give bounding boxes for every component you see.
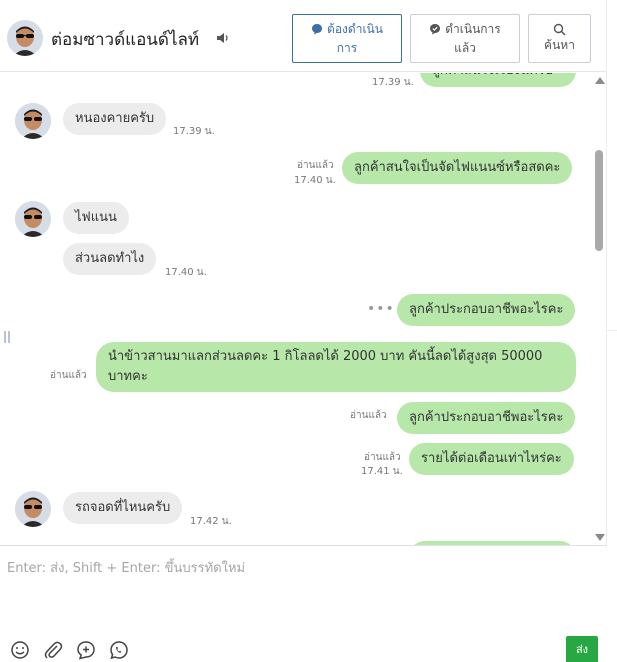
message-incoming[interactable]: รถจอดที่ไหนครับ bbox=[63, 492, 183, 524]
panel-divider-tick bbox=[607, 330, 617, 331]
whatsapp-icon[interactable] bbox=[108, 639, 130, 661]
pending-label-2: การ bbox=[336, 40, 358, 55]
message-time: 17.39 น. bbox=[173, 126, 215, 137]
message-incoming[interactable]: หนองคายครับ bbox=[63, 103, 167, 135]
check-circle-icon bbox=[430, 24, 441, 35]
message-outgoing[interactable]: รายได้ต่อเดือนเท่าไหร่คะ bbox=[409, 443, 574, 475]
sender-avatar bbox=[15, 491, 51, 527]
scroll-thumb[interactable] bbox=[595, 150, 603, 251]
message-incoming[interactable]: ส่วนลดทำไง bbox=[63, 243, 157, 275]
speaker-icon[interactable] bbox=[215, 30, 231, 46]
search-icon bbox=[553, 23, 566, 36]
emoji-icon[interactable] bbox=[9, 639, 31, 661]
sender-avatar bbox=[15, 201, 51, 237]
read-receipt: อ่านแล้ว bbox=[50, 370, 87, 381]
message-outgoing[interactable]: ลูกค้าสนใจเรื่องนี้ครับ bbox=[420, 73, 576, 87]
message-composer: ส่ง bbox=[0, 545, 607, 662]
message-time: 17.40 น. bbox=[294, 175, 336, 186]
done-label-2: แล้ว bbox=[454, 40, 476, 55]
add-comment-icon[interactable] bbox=[75, 639, 97, 661]
chat-header: ต่อมซาวด์แอนด์ไลท์ ต้องดำเนิน การ ดำเนิน… bbox=[0, 0, 607, 72]
done-label-1: ดำเนินการ bbox=[445, 21, 501, 36]
scroll-down-icon[interactable] bbox=[595, 534, 605, 541]
message-outgoing[interactable]: ลูกค้าประกอบอาชีพอะไรคะ bbox=[397, 402, 576, 434]
done-tab-button[interactable]: ดำเนินการ แล้ว bbox=[410, 14, 520, 63]
read-receipt: อ่านแล้ว bbox=[364, 452, 401, 463]
message-outgoing[interactable]: นำข้าวสานมาแลกส่วนลดคะ 1 กิโลลดได้ 2000 … bbox=[96, 342, 576, 392]
attachment-icon[interactable] bbox=[42, 639, 64, 661]
message-time: 17.42 น. bbox=[190, 516, 232, 527]
pending-tab-button[interactable]: ต้องดำเนิน การ bbox=[292, 14, 402, 63]
message-time: 17.41 น. bbox=[361, 466, 403, 477]
message-input[interactable] bbox=[7, 556, 597, 580]
message-options-icon[interactable]: ••• bbox=[367, 301, 395, 317]
sender-avatar bbox=[15, 103, 51, 139]
contact-avatar[interactable] bbox=[7, 20, 43, 56]
chat-bubble-icon bbox=[312, 24, 323, 35]
send-button[interactable]: ส่ง bbox=[566, 636, 598, 662]
contact-name: ต่อมซาวด์แอนด์ไลท์ bbox=[51, 30, 200, 50]
message-outgoing[interactable]: ลูกค้าสนใจเป็นจัดไฟแนนซ์หรือสดคะ bbox=[342, 152, 573, 184]
search-button[interactable]: ค้นหา bbox=[528, 14, 591, 63]
read-receipt: อ่านแล้ว bbox=[350, 410, 387, 421]
chat-scrollbar[interactable] bbox=[593, 73, 605, 545]
read-receipt: อ่านแล้ว bbox=[297, 160, 334, 171]
search-label: ค้นหา bbox=[544, 37, 575, 52]
pending-label-1: ต้องดำเนิน bbox=[327, 21, 383, 36]
scroll-up-icon[interactable] bbox=[595, 77, 605, 84]
resize-handle[interactable] bbox=[4, 331, 10, 343]
message-time: 17.39 น. bbox=[372, 77, 414, 88]
message-outgoing[interactable]: ลูกค้าประกอบอาชีพอะไรคะ bbox=[397, 294, 576, 326]
message-list[interactable]: ลูกค้าสนใจเรื่องนี้ครับ 17.39 น. หนองคาย… bbox=[0, 73, 607, 545]
message-incoming[interactable]: ไฟแนน bbox=[63, 202, 129, 234]
message-time: 17.40 น. bbox=[165, 267, 207, 278]
